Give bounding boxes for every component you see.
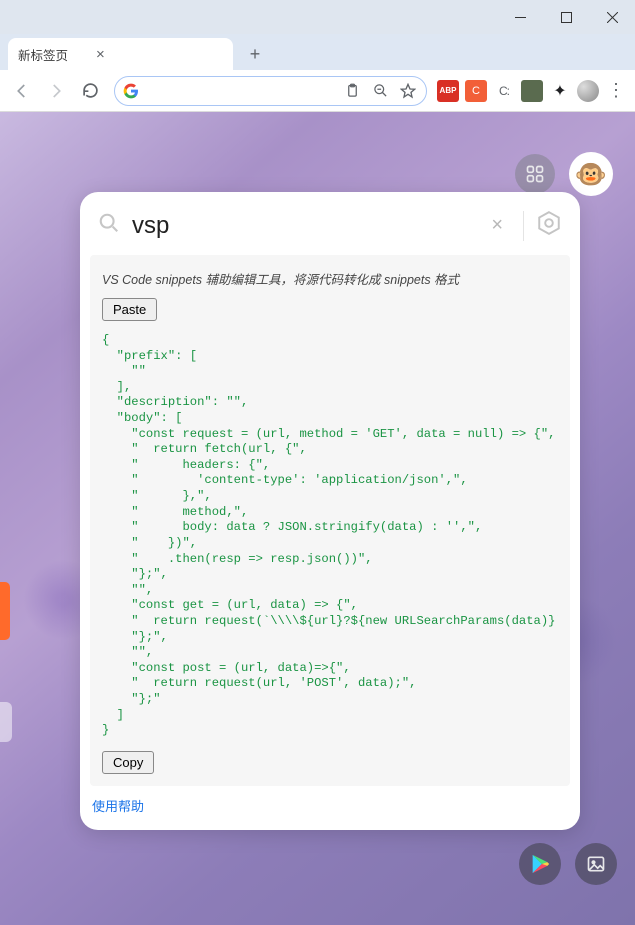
search-icon [98, 212, 120, 239]
settings-hex-icon[interactable] [536, 210, 562, 241]
tab-newtab[interactable]: 新标签页 × [8, 38, 233, 70]
reload-button[interactable] [76, 77, 104, 105]
browser-toolbar: ABP C C: ✦ ⋮ [0, 70, 635, 112]
extension-orange-icon[interactable]: C [465, 80, 487, 102]
card-search-row: × [80, 192, 580, 255]
card-description: VS Code snippets 辅助编辑工具，将源代码转化成 snippets… [102, 269, 558, 288]
clipboard-icon[interactable] [342, 83, 362, 98]
zoom-icon[interactable] [370, 83, 390, 98]
extension-abp-icon[interactable]: ABP [437, 80, 459, 102]
profile-monkey-avatar[interactable]: 🐵 [569, 152, 613, 196]
extensions-button[interactable]: ✦ [549, 80, 571, 102]
clear-icon[interactable]: × [483, 214, 511, 237]
new-tab-button[interactable]: + [241, 40, 269, 68]
divider [523, 211, 524, 241]
card-search-input[interactable] [132, 212, 471, 240]
star-icon[interactable] [398, 83, 418, 99]
forward-button[interactable] [42, 77, 70, 105]
extension-pixel-icon[interactable] [521, 80, 543, 102]
back-button[interactable] [8, 77, 36, 105]
omnibox-input[interactable] [147, 83, 334, 98]
tab-label: 新标签页 [18, 45, 68, 64]
help-link[interactable]: 使用帮助 [92, 796, 144, 815]
extension-ci-icon[interactable]: C: [493, 80, 515, 102]
copy-button[interactable]: Copy [102, 751, 154, 774]
snippet-card: × VS Code snippets 辅助编辑工具，将源代码转化成 snippe… [80, 192, 580, 830]
wallpaper-button[interactable] [575, 843, 617, 885]
window-minimize-button[interactable] [497, 0, 543, 34]
browser-menu-button[interactable]: ⋮ [605, 80, 627, 101]
window-maximize-button[interactable] [543, 0, 589, 34]
code-output: { "prefix": [ "" ], "description": "", "… [102, 333, 558, 739]
tab-strip: 新标签页 × + [0, 34, 635, 70]
paste-button[interactable]: Paste [102, 298, 157, 321]
window-close-button[interactable] [589, 0, 635, 34]
tab-close-icon[interactable]: × [96, 46, 105, 63]
left-edge-accent [0, 582, 10, 640]
omnibox[interactable] [114, 76, 427, 106]
card-body: VS Code snippets 辅助编辑工具，将源代码转化成 snippets… [90, 255, 570, 786]
profile-avatar[interactable] [577, 80, 599, 102]
new-tab-page: 🐵 × VS Code snippets 辅助编辑工具，将源代码转化成 snip… [0, 112, 635, 925]
window-titlebar [0, 0, 635, 34]
play-store-button[interactable] [519, 843, 561, 885]
apps-grid-button[interactable] [515, 154, 555, 194]
google-icon [123, 83, 139, 99]
left-edge-card [0, 702, 12, 742]
